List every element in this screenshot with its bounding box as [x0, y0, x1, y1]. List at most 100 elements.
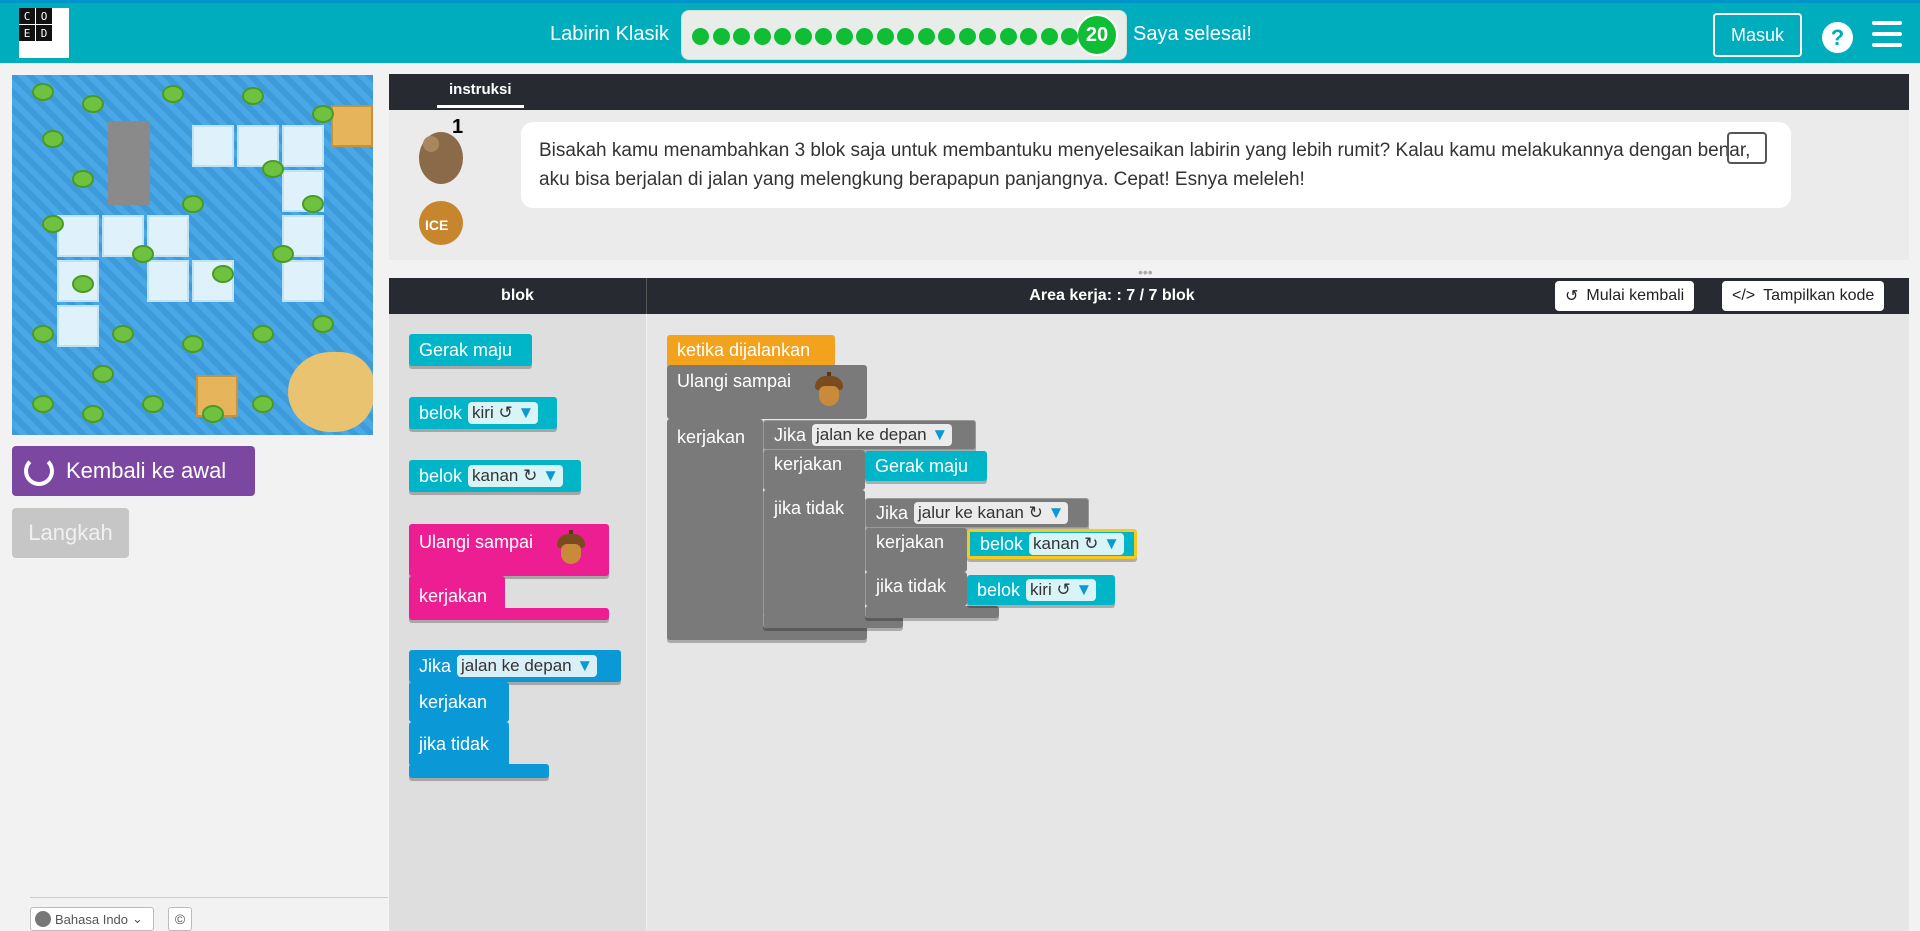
level-dot[interactable] [692, 28, 709, 45]
turn-left-block[interactable]: belok kiri ↺ ▼ [967, 575, 1115, 605]
lily-pad [112, 325, 134, 343]
lily-pad [182, 335, 204, 353]
if-right-do: kerjakan [865, 528, 967, 572]
lily-pad [92, 365, 114, 383]
if-block[interactable]: Jika jalan ke depan ▼ [763, 420, 976, 450]
when-run-block[interactable]: ketika dijalankan [667, 335, 835, 365]
lily-pad [302, 195, 324, 213]
turn-right-block[interactable]: belok kanan ↻ ▼ [967, 529, 1137, 559]
show-code-button[interactable]: </> Tampilkan kode [1722, 281, 1885, 311]
logo-letter: C [19, 8, 35, 24]
dropdown-value: kanan ↻ [472, 466, 538, 485]
if-else: jika tidak [409, 722, 509, 766]
level-dot[interactable] [856, 28, 873, 45]
level-dot[interactable] [897, 28, 914, 45]
restart-label: Mulai kembali [1586, 287, 1685, 304]
if-do: kerjakan [763, 450, 865, 490]
squirrel-acorn-start [108, 121, 150, 205]
move-forward-block[interactable]: Gerak maju [865, 451, 987, 481]
chevron-down-icon: ▼ [1075, 580, 1093, 599]
chevron-down-icon: ▼ [931, 425, 949, 444]
toolbox-title: blok [501, 287, 534, 304]
step-button[interactable]: Langkah [12, 508, 129, 558]
turn-right-block[interactable]: belok kanan ↻ ▼ [409, 460, 581, 492]
copyright-button[interactable]: © [168, 907, 192, 931]
repeat-do: kerjakan [667, 419, 763, 631]
workspace: ketika dijalankan Ulangi sampai kerjakan… [647, 314, 1909, 931]
level-dot[interactable] [958, 28, 976, 45]
workspace-title: Area kerja: : 7 / 7 blok [1029, 287, 1195, 304]
if-right-footer [865, 606, 999, 618]
reset-button[interactable]: Kembali ke awal [12, 446, 255, 496]
maze-canvas [12, 75, 373, 435]
undo-icon: ↺ [1565, 288, 1579, 305]
logo-letter: E [19, 25, 35, 41]
level-dot[interactable] [938, 28, 955, 45]
instructions-panel: ICE 1 Bisakah kamu menambahkan 3 blok sa… [389, 110, 1909, 260]
lily-pad [82, 405, 104, 423]
current-level[interactable]: 20 [1076, 14, 1118, 56]
level-dot[interactable] [999, 28, 1017, 45]
level-dot[interactable] [1020, 28, 1037, 45]
condition-dropdown[interactable]: jalur ke kanan ↻ ▼ [914, 502, 1069, 524]
move-forward-block[interactable]: Gerak maju [409, 334, 532, 366]
block-label: Jika [876, 502, 909, 523]
chevron-down-icon: ▼ [1103, 534, 1120, 553]
maze-path-tile [282, 125, 324, 167]
direction-dropdown[interactable]: kanan ↻ ▼ [468, 465, 563, 487]
acorn-icon [557, 530, 585, 566]
level-dot[interactable] [917, 28, 935, 45]
lily-pad [312, 105, 334, 123]
level-dot[interactable] [733, 28, 750, 45]
help-icon[interactable]: ? [1822, 22, 1853, 53]
repeat-footer [409, 608, 609, 620]
direction-dropdown[interactable]: kanan ↻ ▼ [1029, 533, 1124, 555]
lily-pad [72, 170, 94, 188]
level-dot[interactable] [774, 28, 791, 45]
lily-pad [32, 83, 54, 101]
if-right-block[interactable]: Jika jalur ke kanan ↻ ▼ [865, 498, 1089, 528]
level-dot[interactable] [835, 28, 853, 45]
block-label: jika tidak [876, 576, 947, 596]
signin-button[interactable]: Masuk [1713, 13, 1802, 57]
level-dot[interactable] [753, 28, 771, 45]
speaker-icon[interactable] [1727, 132, 1767, 164]
instructions-header: instruksi [389, 74, 1909, 110]
lily-pad [272, 245, 294, 263]
code-logo[interactable]: C O E D [19, 8, 69, 58]
level-title: Labirin Klasik [550, 23, 669, 45]
condition-dropdown[interactable]: jalan ke depan ▼ [457, 655, 598, 677]
language-value: Bahasa Indo [55, 911, 129, 927]
menu-icon[interactable] [1872, 21, 1902, 54]
lily-pad [132, 245, 154, 263]
block-label: kerjakan [677, 427, 746, 447]
dropdown-value: kanan ↻ [1033, 534, 1099, 553]
maze-path-tile [147, 260, 189, 302]
direction-dropdown[interactable]: kiri ↺ ▼ [468, 402, 539, 424]
instructions-text: Bisakah kamu menambahkan 3 blok saja unt… [539, 140, 1751, 190]
condition-dropdown[interactable]: jalan ke depan ▼ [812, 424, 953, 446]
level-dot[interactable] [876, 28, 894, 45]
language-select[interactable]: Bahasa Indo ⌄ [30, 907, 154, 931]
show-code-label: Tampilkan kode [1763, 287, 1875, 304]
level-dot[interactable] [794, 28, 812, 45]
lily-pad [262, 160, 284, 178]
undo-icon [24, 456, 54, 486]
level-dot[interactable] [815, 28, 832, 45]
finish-link[interactable]: Saya selesai! [1133, 23, 1252, 46]
tab-instructions[interactable]: instruksi [437, 81, 524, 108]
logo-blank [53, 25, 69, 41]
turn-left-block[interactable]: belok kiri ↺ ▼ [409, 397, 557, 429]
level-dot[interactable] [1040, 28, 1058, 45]
restart-button[interactable]: ↺ Mulai kembali [1555, 281, 1695, 311]
chevron-down-icon: ▼ [1047, 503, 1065, 522]
lily-pad [212, 265, 234, 283]
direction-dropdown[interactable]: kiri ↺ ▼ [1026, 579, 1097, 601]
lily-pad [312, 315, 334, 333]
level-dot[interactable] [979, 28, 996, 45]
level-dot[interactable] [1061, 28, 1078, 45]
hint-count[interactable]: 1 [452, 116, 463, 139]
lily-pad [182, 195, 204, 213]
instructions-bubble: Bisakah kamu menambahkan 3 blok saja unt… [521, 122, 1791, 208]
level-dot[interactable] [712, 28, 730, 45]
